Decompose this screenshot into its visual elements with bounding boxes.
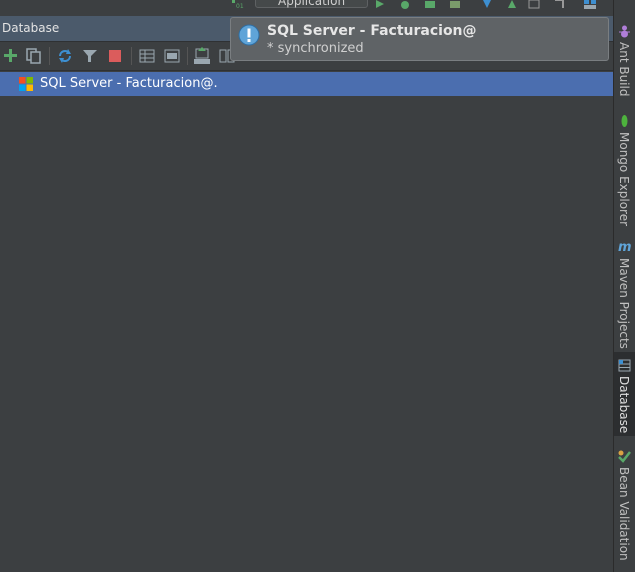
profile-icon[interactable] — [448, 0, 462, 9]
toolbar-separator — [49, 47, 50, 65]
svg-text:m: m — [618, 240, 632, 254]
database-tree: SQL Server - Facturacion@. — [0, 71, 613, 572]
sql-console-icon[interactable] — [163, 47, 181, 65]
table-editor-icon[interactable] — [138, 47, 156, 65]
stripe-database[interactable]: Database — [614, 352, 635, 436]
stripe-label: Maven Projects — [617, 258, 631, 349]
ant-icon — [619, 25, 630, 38]
tree-item-datasource[interactable]: SQL Server - Facturacion@. — [0, 72, 613, 96]
stripe-maven-projects[interactable]: m Maven Projects — [614, 236, 635, 349]
stripe-ant-build[interactable]: Ant Build — [614, 20, 635, 96]
commit-icon[interactable] — [506, 0, 518, 9]
debug-icon[interactable] — [398, 0, 412, 9]
stripe-label: Database — [617, 376, 631, 434]
notification-title: SQL Server - Facturacion@ — [267, 23, 477, 39]
project-structure-icon[interactable] — [583, 0, 597, 9]
refresh-icon[interactable] — [56, 47, 74, 65]
right-tool-stripe: Ant Build Mongo Explorer m Maven Project… — [613, 0, 635, 572]
revert-icon[interactable] — [553, 0, 565, 9]
database-icon — [618, 359, 631, 372]
bean-validation-icon — [618, 450, 631, 463]
run-toolbar: 01 Application — [0, 0, 635, 12]
maven-icon: m — [618, 240, 632, 254]
info-icon — [238, 24, 260, 46]
notification-balloon[interactable]: SQL Server - Facturacion@ * synchronized — [230, 17, 609, 61]
stripe-label: Mongo Explorer — [617, 132, 631, 227]
coverage-icon[interactable] — [423, 0, 437, 9]
build-icon[interactable]: 01 — [232, 0, 250, 9]
history-icon[interactable] — [528, 0, 540, 9]
svg-text:01: 01 — [236, 3, 244, 9]
ddl-icon[interactable] — [193, 47, 211, 65]
stripe-label: Bean Validation — [617, 467, 631, 561]
run-icon[interactable] — [375, 0, 385, 9]
stripe-bean-validation[interactable]: Bean Validation — [614, 444, 635, 561]
toolbar-separator — [187, 47, 188, 65]
notification-message: * synchronized — [267, 41, 364, 56]
mssql-icon — [19, 77, 33, 91]
stripe-label: Ant Build — [617, 42, 631, 97]
stripe-mongo-explorer[interactable]: Mongo Explorer — [614, 110, 635, 226]
run-configuration-label: Application — [278, 0, 346, 8]
tree-item-label: SQL Server - Facturacion@. — [40, 76, 218, 91]
filter-icon[interactable] — [81, 47, 99, 65]
mongo-leaf-icon — [621, 115, 628, 127]
stop-icon[interactable] — [106, 47, 124, 65]
database-panel-title: Database — [2, 21, 60, 35]
update-icon[interactable] — [481, 0, 493, 9]
copy-icon[interactable] — [25, 47, 43, 65]
toolbar-separator — [131, 47, 132, 65]
run-configuration-select[interactable]: Application — [255, 0, 368, 8]
add-icon[interactable] — [2, 47, 20, 65]
